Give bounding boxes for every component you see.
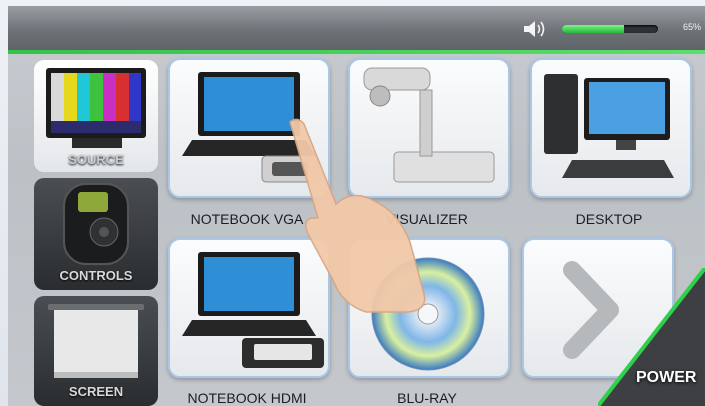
volume-percentage: 65% <box>683 22 702 32</box>
source-tile-desktop[interactable] <box>530 58 692 198</box>
control-panel: 65% SOURCE CONTROLS SCREEN NOTEBOOK VGA … <box>8 6 705 406</box>
sidebar-item-controls[interactable]: CONTROLS <box>34 178 158 290</box>
sidebar-item-label: SOURCE <box>68 152 124 167</box>
sidebar-item-label: SCREEN <box>68 384 124 399</box>
source-label: NOTEBOOK HDMI <box>187 390 307 406</box>
sidebar-item-screen[interactable]: SCREEN <box>34 296 158 406</box>
tv-color-bars-icon <box>46 68 146 148</box>
projector-screen-icon <box>48 304 144 378</box>
remote-control-icon <box>63 183 129 265</box>
volume-fill <box>562 25 625 33</box>
desktop-computer-icon <box>544 74 674 178</box>
volume-slider[interactable] <box>562 25 658 33</box>
accent-line <box>8 50 705 54</box>
source-label: DESKTOP <box>575 211 643 227</box>
source-label: BLU-RAY <box>397 390 457 406</box>
power-label: POWER <box>636 369 697 386</box>
pointing-hand-icon <box>289 118 426 313</box>
sidebar-item-label: CONTROLS <box>59 268 133 283</box>
speaker-icon[interactable] <box>522 19 548 39</box>
sidebar-item-source[interactable]: SOURCE <box>34 60 158 172</box>
